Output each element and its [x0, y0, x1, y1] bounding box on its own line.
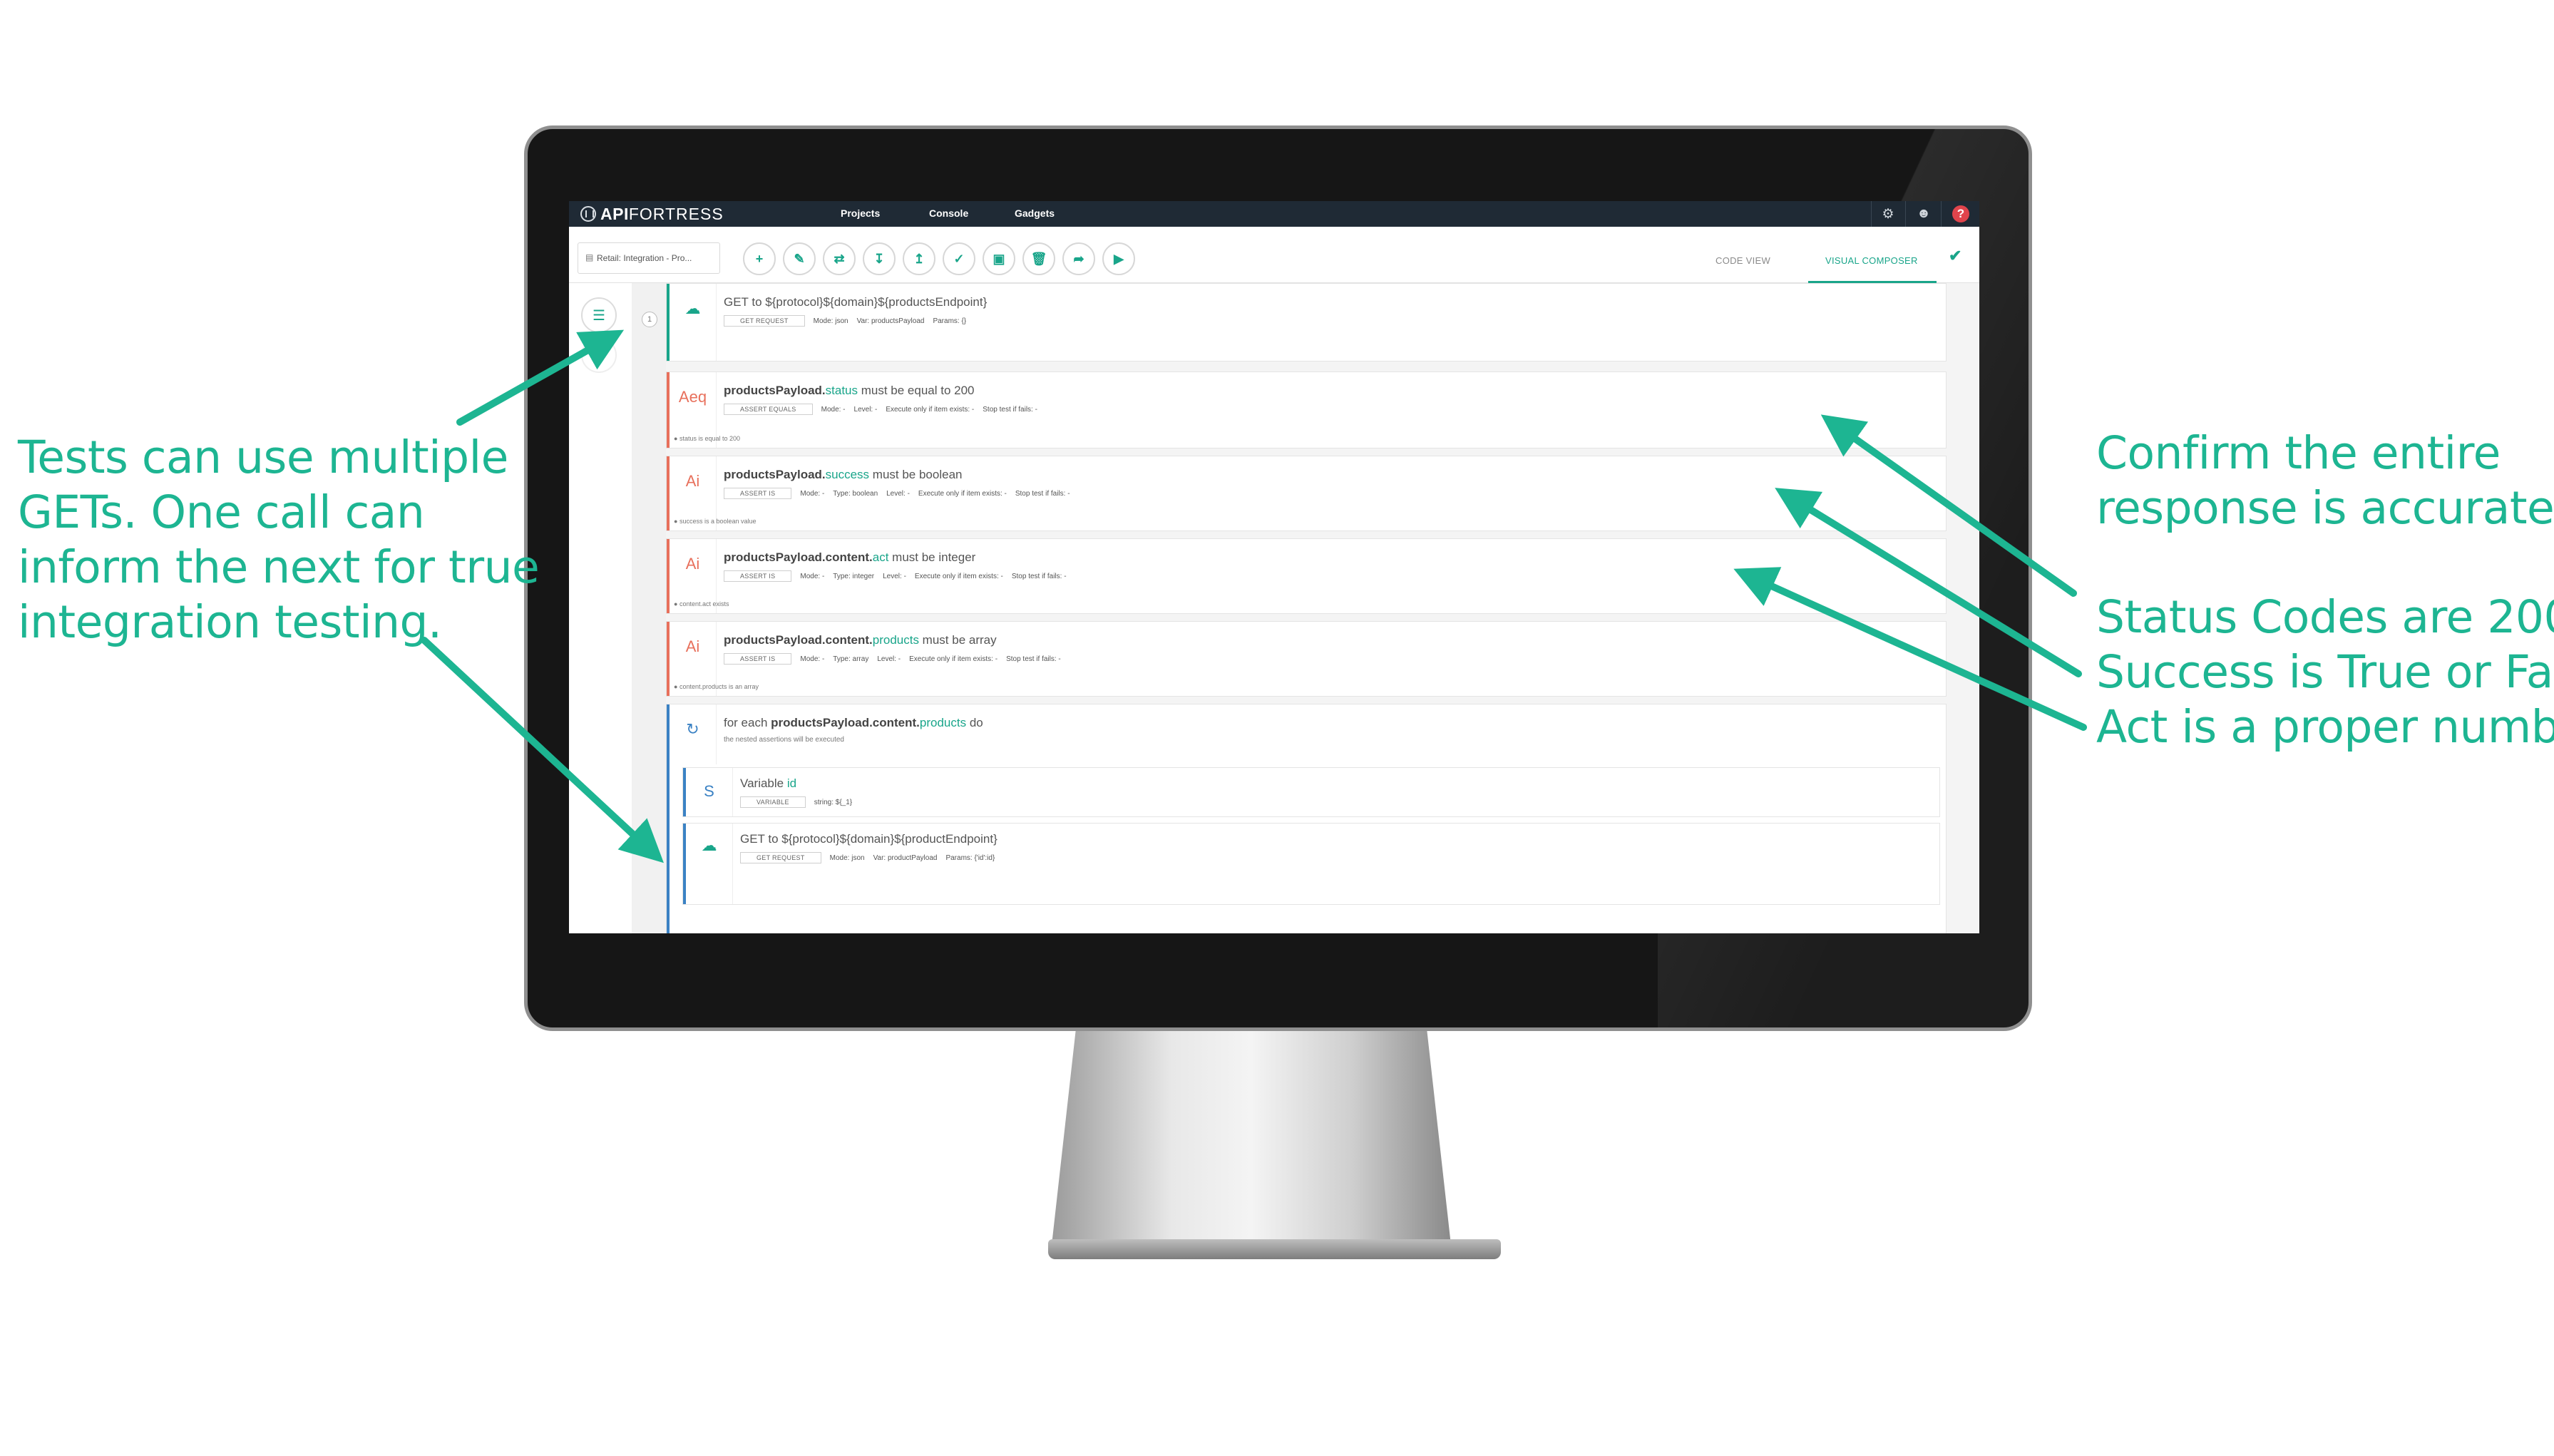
arrow-to-status-assert — [1820, 414, 2077, 597]
annotation-arrows — [421, 329, 2087, 863]
arrow-to-nested-get — [421, 637, 664, 863]
arrow-to-first-get — [456, 329, 625, 426]
arrow-to-act-assert — [1733, 567, 2087, 731]
arrow-to-success-assert — [1775, 488, 2082, 677]
